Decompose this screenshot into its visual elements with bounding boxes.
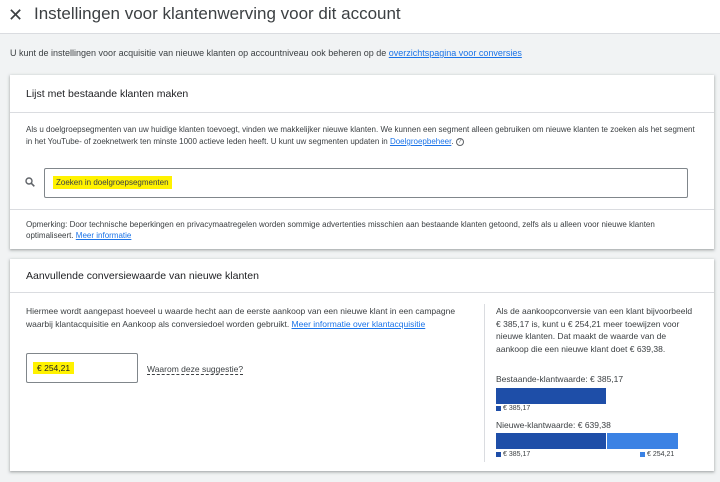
close-icon[interactable]: ✕ [8, 6, 23, 24]
new-value-extra-legend: € 254,21 [640, 451, 674, 458]
vertical-divider [484, 304, 485, 462]
intro-text-body: U kunt de instellingen voor acquisitie v… [10, 48, 389, 58]
value-field-text: € 254,21 [33, 362, 75, 374]
new-value-extra-bar [607, 433, 678, 449]
help-circle-icon[interactable]: ? [455, 137, 464, 146]
divider [10, 112, 714, 113]
divider [10, 209, 714, 210]
description-end: . [451, 137, 454, 146]
description-text: Als u doelgroepsegmenten van uw huidige … [26, 125, 695, 146]
conversion-value-input[interactable]: € 254,21 [26, 353, 138, 383]
divider [10, 292, 714, 293]
search-placeholder: Zoeken in doelgroepsegmenten [53, 176, 172, 189]
card-title: Lijst met bestaande klanten maken [26, 88, 189, 100]
audience-search-input[interactable]: Zoeken in doelgroepsegmenten [44, 168, 688, 198]
new-value-label: Nieuwe-klantwaarde: € 639,38 [496, 420, 611, 430]
new-customer-value-card: Aanvullende conversiewaarde van nieuwe k… [10, 259, 714, 471]
card-title: Aanvullende conversiewaarde van nieuwe k… [26, 270, 259, 282]
existing-value-legend: € 385,17 [496, 405, 530, 412]
intro-text: U kunt de instellingen voor acquisitie v… [10, 48, 522, 58]
legend-value: € 254,21 [647, 451, 675, 458]
legend-value: € 385,17 [503, 451, 531, 458]
legend-swatch [496, 451, 501, 457]
search-icon [25, 177, 35, 187]
existing-value-bar [496, 388, 606, 404]
existing-value-label: Bestaande-klantwaarde: € 385,17 [496, 374, 624, 384]
legend-swatch [496, 405, 501, 411]
card-description: Als u doelgroepsegmenten van uw huidige … [26, 124, 702, 148]
new-value-base-legend: € 385,17 [496, 451, 530, 458]
legend-swatch [640, 451, 645, 457]
header-bar: ✕ Instellingen voor klantenwerving voor … [0, 0, 720, 34]
more-info-link[interactable]: Meer informatie [76, 231, 132, 240]
legend-value: € 385,17 [503, 405, 531, 412]
existing-customers-card: Lijst met bestaande klanten maken Als u … [10, 75, 714, 249]
note-text: Opmerking: Door technische beperkingen e… [26, 219, 696, 241]
value-description: Hiermee wordt aangepast hoeveel u waarde… [26, 305, 456, 330]
page-title: Instellingen voor klantenwerving voor di… [34, 4, 401, 23]
customer-acquisition-info-link[interactable]: Meer informatie over klantacquisitie [292, 319, 426, 329]
example-explanation: Als de aankoopconversie van een klant bi… [496, 306, 693, 354]
new-value-base-bar [496, 433, 606, 449]
audience-manager-link[interactable]: Doelgroepbeheer [390, 137, 451, 146]
why-suggestion-link[interactable]: Waarom deze suggestie? [147, 364, 244, 375]
conversions-overview-link[interactable]: overzichtspagina voor conversies [389, 48, 522, 58]
